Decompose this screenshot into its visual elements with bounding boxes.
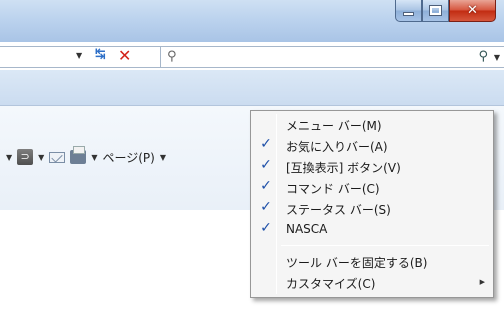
menu-item-label: ツール バーを固定する(B) (286, 256, 428, 270)
refresh-icon[interactable]: ↹ (95, 47, 106, 62)
command-bar-items: ▼ ⊃ ▼ ▼ ページ(P) ▼ (6, 146, 166, 168)
maximize-icon (429, 5, 442, 16)
menu-item-status-bar[interactable]: ✓ ステータス バー(S) (253, 198, 491, 218)
menu-item-label: NASCA (286, 222, 328, 236)
caption-buttons: ✕ (395, 0, 496, 22)
minimize-button[interactable] (395, 0, 422, 22)
menu-item-label: コマンド バー(C) (286, 182, 380, 196)
search-provider-icon: ⚲ (167, 49, 177, 64)
address-dropdown-icon[interactable]: ▼ (76, 51, 82, 60)
feeds-glyph: ⊃ (20, 150, 30, 163)
check-icon: ✓ (260, 178, 272, 194)
menu-item-label: メニュー バー(M) (286, 119, 382, 133)
minimize-icon (403, 12, 414, 16)
maximize-button[interactable] (422, 0, 449, 22)
feeds-dropdown-icon[interactable]: ▼ (38, 153, 44, 162)
menu-item-command-bar[interactable]: ✓ コマンド バー(C) (253, 177, 491, 197)
menu-item-label: [互換表示] ボタン(V) (286, 161, 401, 175)
search-input[interactable]: ⚲ ⚲ ▼ (160, 46, 504, 68)
menu-item-label: カスタマイズ(C) (286, 277, 376, 291)
menu-item-favorites-bar[interactable]: ✓ お気に入りバー(A) (253, 135, 491, 155)
print-dropdown-icon[interactable]: ▼ (91, 153, 97, 162)
print-icon[interactable] (70, 146, 87, 164)
submenu-arrow-icon: ▶ (479, 278, 485, 286)
favorites-bar (0, 70, 504, 106)
check-icon: ✓ (260, 220, 272, 236)
check-icon: ✓ (260, 157, 272, 173)
menu-item-menu-bar[interactable]: メニュー バー(M) (253, 114, 491, 134)
menu-separator (281, 245, 489, 246)
toolbar-context-menu: メニュー バー(M) ✓ お気に入りバー(A) ✓ [互換表示] ボタン(V) … (250, 110, 494, 298)
feeds-icon[interactable]: ⊃ (17, 149, 34, 165)
home-dropdown-icon[interactable]: ▼ (6, 153, 12, 162)
search-options-icon[interactable]: ▼ (494, 53, 500, 62)
window-titlebar: ✕ (0, 0, 504, 42)
close-button[interactable]: ✕ (449, 0, 496, 22)
menu-item-compat-view-button[interactable]: ✓ [互換表示] ボタン(V) (253, 156, 491, 176)
search-icon[interactable]: ⚲ (478, 49, 488, 64)
close-icon: ✕ (467, 3, 478, 18)
check-icon: ✓ (260, 199, 272, 215)
menu-item-lock-toolbars[interactable]: ツール バーを固定する(B) (253, 251, 491, 271)
menu-item-nasca[interactable]: ✓ NASCA (253, 219, 491, 239)
menu-item-customize[interactable]: カスタマイズ(C) ▶ (253, 272, 491, 292)
page-dropdown-icon[interactable]: ▼ (160, 153, 166, 162)
stop-icon[interactable]: ✕ (118, 46, 131, 65)
mail-icon[interactable] (49, 151, 66, 163)
page-menu-button[interactable]: ページ(P) (102, 149, 154, 166)
menu-item-label: お気に入りバー(A) (286, 140, 388, 154)
menu-item-label: ステータス バー(S) (286, 203, 391, 217)
check-icon: ✓ (260, 136, 272, 152)
